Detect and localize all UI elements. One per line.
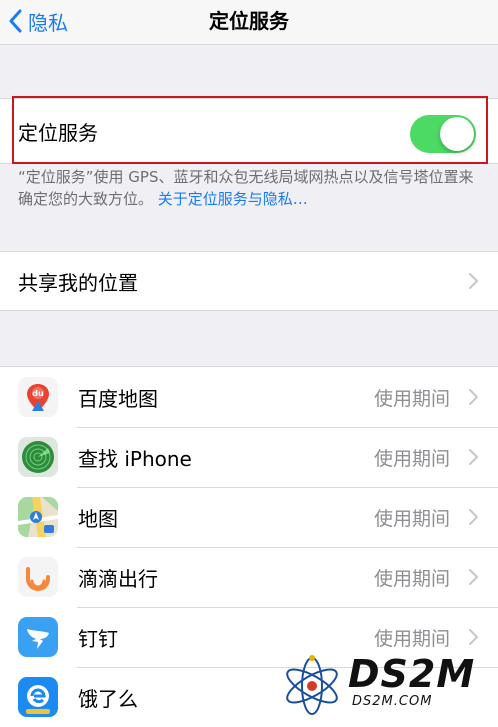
highlight-box (12, 96, 488, 164)
chevron-right-icon (469, 273, 478, 289)
divider (77, 487, 498, 488)
page-title: 定位服务 (209, 9, 289, 33)
app-name: 钉钉 (78, 626, 118, 651)
chevron-right-icon (469, 389, 478, 405)
navigation-bar: 隐私 定位服务 (0, 0, 498, 45)
share-location-row[interactable]: 共享我的位置 (0, 252, 498, 310)
svg-text:du: du (32, 389, 44, 398)
privacy-link[interactable]: 关于定位服务与隐私… (158, 190, 308, 208)
baidu-maps-icon: du (18, 377, 58, 417)
app-status: 使用期间 (373, 447, 450, 470)
chevron-right-icon (469, 569, 478, 585)
watermark-brand: DS2M (348, 652, 476, 696)
app-row-find-iphone[interactable]: 查找 iPhone 使用期间 (0, 427, 498, 487)
chevron-right-icon (469, 509, 478, 525)
find-iphone-icon (18, 437, 58, 477)
divider (77, 607, 498, 608)
app-name: 查找 iPhone (78, 446, 192, 471)
app-name: 滴滴出行 (78, 566, 158, 591)
app-status: 使用期间 (373, 387, 450, 410)
app-status: 使用期间 (373, 507, 450, 530)
location-footer-note: “定位服务”使用 GPS、蓝牙和众包无线局域网热点以及信号塔位置来确定您的大致方… (18, 166, 480, 210)
share-location-group: 共享我的位置 (0, 251, 498, 311)
share-location-label: 共享我的位置 (18, 270, 138, 295)
app-name: 地图 (78, 506, 118, 531)
dingtalk-icon (18, 617, 58, 657)
watermark: DS2M DS2M.COM (280, 650, 498, 719)
app-status: 使用期间 (373, 567, 450, 590)
apple-maps-icon (18, 497, 58, 537)
watermark-site: DS2M.COM (352, 694, 433, 709)
didi-icon (18, 557, 58, 597)
app-name: 百度地图 (78, 386, 158, 411)
chevron-right-icon (469, 449, 478, 465)
atom-logo-icon (286, 655, 338, 715)
app-row-baidu-maps[interactable]: du 百度地图 使用期间 (0, 367, 498, 427)
divider (77, 547, 498, 548)
chevron-right-icon (469, 629, 478, 645)
app-name: 饿了么 (78, 686, 138, 711)
app-status: 使用期间 (373, 627, 450, 650)
app-row-didi[interactable]: 滴滴出行 使用期间 (0, 547, 498, 607)
app-row-maps[interactable]: 地图 使用期间 (0, 487, 498, 547)
divider (77, 427, 498, 428)
eleme-icon (18, 677, 58, 717)
